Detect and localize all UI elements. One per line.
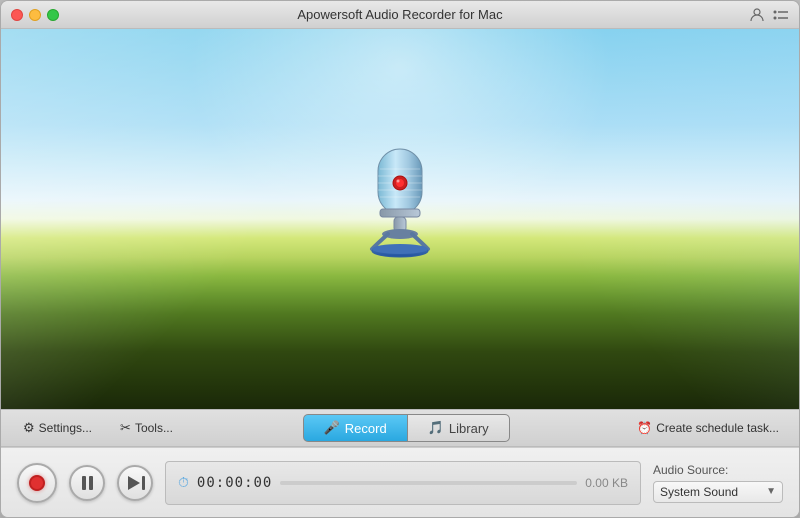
play-skip-icon bbox=[126, 476, 145, 490]
traffic-lights bbox=[11, 9, 59, 21]
file-size-display: 0.00 KB bbox=[585, 476, 628, 490]
user-icon[interactable] bbox=[749, 7, 765, 23]
tools-button[interactable]: ✂ Tools... bbox=[110, 416, 183, 440]
record-tab-label: Record bbox=[345, 421, 387, 436]
gear-icon: ⚙ bbox=[23, 420, 35, 436]
settings-label: Settings... bbox=[39, 421, 92, 435]
audio-source-value: System Sound bbox=[660, 485, 762, 499]
settings-button[interactable]: ⚙ Settings... bbox=[13, 416, 102, 440]
library-icon: 🎵 bbox=[428, 420, 444, 436]
tools-icon: ✂ bbox=[120, 420, 131, 436]
tab-group: 🎤 Record 🎵 Library bbox=[191, 414, 621, 442]
toolbar-right: ⏰ Create schedule task... bbox=[629, 417, 787, 439]
tab-record[interactable]: 🎤 Record bbox=[303, 414, 407, 442]
chevron-down-icon: ▼ bbox=[766, 486, 776, 497]
main-visual-area bbox=[1, 29, 799, 409]
mic-icon: 🎤 bbox=[324, 420, 340, 436]
bottom-controls: ⏱ 00:00:00 0.00 KB Audio Source: System … bbox=[1, 447, 799, 517]
minimize-button[interactable] bbox=[29, 9, 41, 21]
tools-label: Tools... bbox=[135, 421, 173, 435]
maximize-button[interactable] bbox=[47, 9, 59, 21]
pause-button[interactable] bbox=[69, 465, 105, 501]
close-button[interactable] bbox=[11, 9, 23, 21]
menu-icon[interactable] bbox=[773, 7, 789, 23]
progress-area: ⏱ 00:00:00 0.00 KB bbox=[165, 461, 641, 505]
progress-track[interactable] bbox=[280, 481, 577, 485]
clock-icon: ⏰ bbox=[637, 421, 652, 435]
microphone-illustration bbox=[350, 141, 450, 271]
library-tab-label: Library bbox=[449, 421, 489, 436]
pause-icon bbox=[82, 476, 93, 490]
toolbar: ⚙ Settings... ✂ Tools... 🎤 Record 🎵 Libr… bbox=[1, 409, 799, 447]
titlebar: Apowersoft Audio Recorder for Mac bbox=[1, 1, 799, 29]
schedule-button[interactable]: ⏰ Create schedule task... bbox=[629, 417, 787, 439]
play-skip-button[interactable] bbox=[117, 465, 153, 501]
window-title: Apowersoft Audio Recorder for Mac bbox=[297, 7, 502, 22]
titlebar-right-icons bbox=[749, 7, 789, 23]
tab-library[interactable]: 🎵 Library bbox=[407, 414, 510, 442]
audio-source-panel: Audio Source: System Sound ▼ bbox=[653, 463, 783, 503]
record-dot-icon bbox=[29, 475, 45, 491]
record-button[interactable] bbox=[17, 463, 57, 503]
time-icon: ⏱ bbox=[178, 474, 189, 491]
main-window: Apowersoft Audio Recorder for Mac bbox=[0, 0, 800, 518]
time-display: 00:00:00 bbox=[197, 475, 272, 491]
audio-source-select[interactable]: System Sound ▼ bbox=[653, 481, 783, 503]
schedule-label: Create schedule task... bbox=[656, 421, 779, 435]
audio-source-label: Audio Source: bbox=[653, 463, 783, 477]
